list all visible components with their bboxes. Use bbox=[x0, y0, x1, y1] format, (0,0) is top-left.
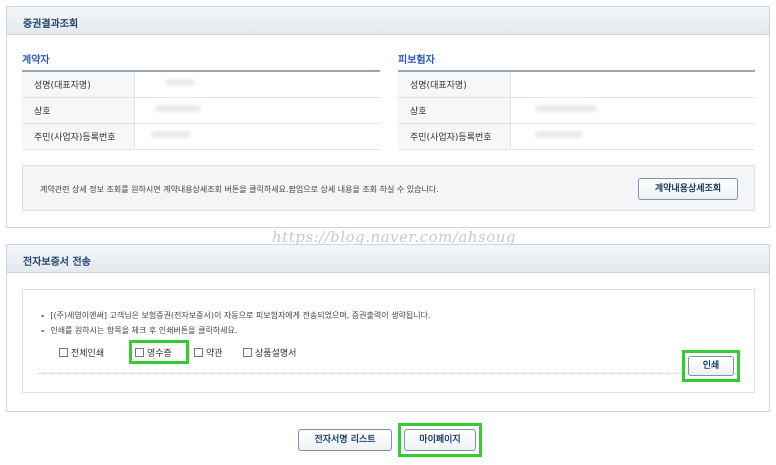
contractor-company-label: 상호 bbox=[22, 97, 135, 124]
contractor-table: 성명(대표자명) 상호 주민(사업자)등록번호 bbox=[22, 70, 380, 150]
insured-table: 성명(대표자명) 상호 주민(사업자)등록번호 bbox=[398, 70, 755, 150]
print-options-box: - [(주)세영이앤써] 고객님은 보험증권(전자보증서)이 자동으로 피보험자에… bbox=[22, 289, 755, 393]
esign-list-button[interactable]: 전자서명 리스트 bbox=[298, 429, 392, 451]
bullet: - bbox=[41, 311, 45, 320]
mypage-button[interactable]: 마이페이지 bbox=[404, 429, 476, 451]
send-info-line: - [(주)세영이앤써] 고객님은 보험증권(전자보증서)이 자동으로 피보험자에… bbox=[41, 310, 431, 321]
checkbox-box[interactable] bbox=[59, 347, 68, 357]
checkbox-receipt[interactable]: 영수증 bbox=[135, 346, 172, 359]
checkbox-box[interactable] bbox=[194, 347, 203, 357]
divider bbox=[37, 373, 740, 374]
table-row: 주민(사업자)등록번호 bbox=[398, 123, 755, 150]
checkbox-label: 약관 bbox=[206, 348, 223, 359]
table-row: 성명(대표자명) bbox=[22, 71, 380, 98]
checkbox-box[interactable] bbox=[135, 347, 144, 357]
table-row: 상호 bbox=[398, 97, 755, 124]
checkbox-label: 상품설명서 bbox=[255, 348, 297, 359]
insured-regno-label: 주민(사업자)등록번호 bbox=[398, 123, 511, 150]
result-panel-title: 증권결과조회 bbox=[7, 7, 769, 35]
insured-company-value bbox=[510, 97, 755, 124]
insured-title: 피보험자 bbox=[398, 55, 435, 66]
table-row: 주민(사업자)등록번호 bbox=[22, 123, 380, 150]
insured-regno-value bbox=[510, 123, 755, 150]
mypage-button-highlight: 마이페이지 bbox=[398, 423, 482, 457]
insured-company-label: 상호 bbox=[398, 97, 511, 124]
print-button[interactable]: 인쇄 bbox=[688, 356, 734, 376]
checkbox-box[interactable] bbox=[243, 347, 252, 357]
send-panel: 전자보증서 전송 - [(주)세영이앤써] 고객님은 보험증권(전자보증서)이 자… bbox=[6, 244, 770, 412]
contractor-regno-value bbox=[134, 123, 380, 150]
insured-name-label: 성명(대표자명) bbox=[398, 71, 511, 98]
print-guide-line: - 인쇄를 원하시는 항목을 체크 후 인쇄버튼을 클릭하세요. bbox=[41, 325, 237, 336]
checkbox-label: 영수증 bbox=[147, 348, 172, 359]
checkbox-print-all[interactable]: 전체인쇄 bbox=[59, 346, 105, 359]
contractor-company-value bbox=[134, 97, 380, 124]
send-panel-title: 전자보증서 전송 bbox=[7, 245, 769, 273]
contract-detail-button[interactable]: 계약내용상세조회 bbox=[638, 178, 738, 200]
contractor-name-label: 성명(대표자명) bbox=[22, 71, 135, 98]
result-panel: 증권결과조회 계약자 성명(대표자명) 상호 주민(사업자)등록번호 피보험자 … bbox=[6, 6, 770, 228]
insured-name-value bbox=[510, 71, 755, 98]
print-guide-text: 인쇄를 원하시는 항목을 체크 후 인쇄버튼을 클릭하세요. bbox=[50, 326, 238, 335]
table-row: 상호 bbox=[22, 97, 380, 124]
contractor-name-value bbox=[134, 71, 380, 98]
print-button-highlight: 인쇄 bbox=[682, 350, 740, 382]
checkbox-product-description[interactable]: 상품설명서 bbox=[243, 346, 297, 359]
table-row: 성명(대표자명) bbox=[398, 71, 755, 98]
contractor-regno-label: 주민(사업자)등록번호 bbox=[22, 123, 135, 150]
bullet: - bbox=[41, 326, 45, 335]
checkbox-terms[interactable]: 약관 bbox=[194, 346, 223, 359]
contractor-title: 계약자 bbox=[22, 55, 50, 66]
checkbox-label: 전체인쇄 bbox=[71, 348, 105, 359]
send-info-text: [(주)세영이앤써] 고객님은 보험증권(전자보증서)이 자동으로 피보험자에게… bbox=[50, 311, 431, 320]
detail-notice-text: 계약관련 상세 정보 조회를 원하시면 계약내용상세조회 버튼을 클릭하세요.팝… bbox=[40, 185, 439, 194]
detail-notice-box: 계약관련 상세 정보 조회를 원하시면 계약내용상세조회 버튼을 클릭하세요.팝… bbox=[22, 165, 755, 211]
